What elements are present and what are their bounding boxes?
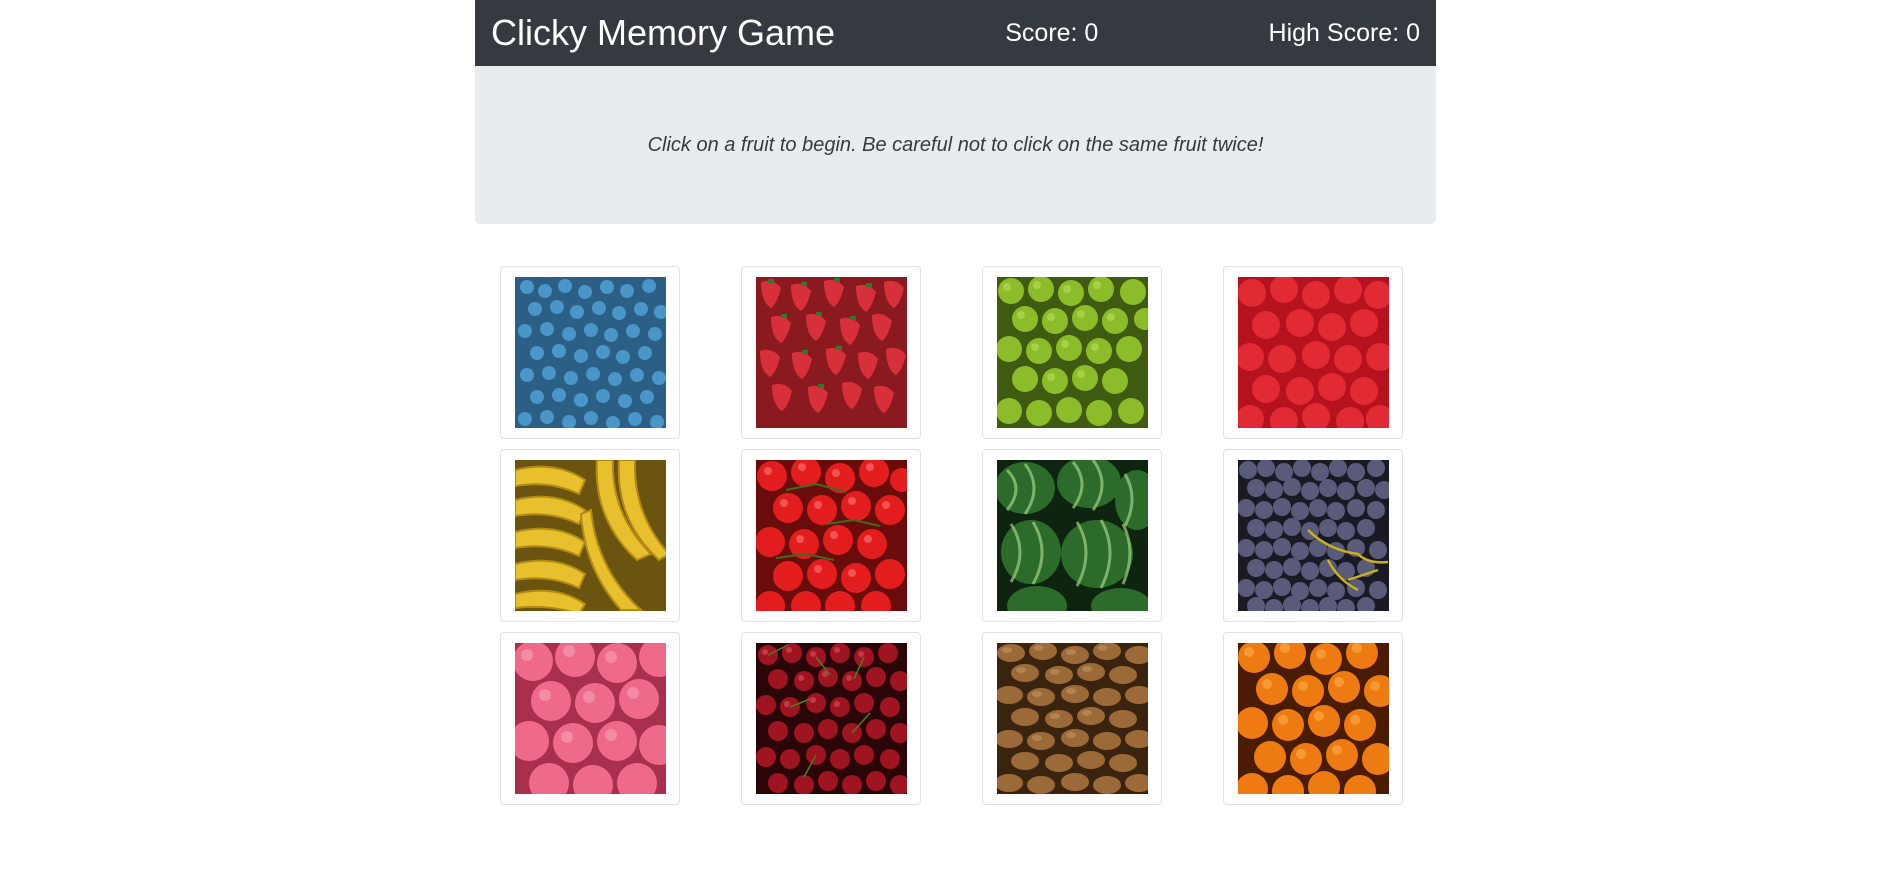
app-container: Clicky Memory Game Score: 0 High Score: … [475, 0, 1436, 805]
cherries-icon [755, 643, 907, 794]
lychees-icon [514, 643, 666, 794]
fruit-card-bananas[interactable] [500, 449, 680, 622]
grapes-icon [1237, 460, 1389, 611]
fruit-card-strawberries[interactable] [741, 266, 921, 439]
fruit-card-blueberries[interactable] [500, 266, 680, 439]
kiwis-icon [996, 643, 1148, 794]
navbar: Clicky Memory Game Score: 0 High Score: … [475, 0, 1436, 66]
strawberries-icon [755, 277, 907, 428]
fruit-card-watermelons[interactable] [982, 449, 1162, 622]
instructions-text: Click on a fruit to begin. Be careful no… [647, 133, 1264, 156]
fruit-card-lychees[interactable] [500, 632, 680, 805]
blueberries-icon [514, 277, 666, 428]
fruit-grid [500, 266, 1403, 805]
watermelons-icon [996, 460, 1148, 611]
fruit-card-raspberries[interactable] [1223, 266, 1403, 439]
fruit-card-tomatoes[interactable] [741, 449, 921, 622]
fruit-card-oranges[interactable] [1223, 632, 1403, 805]
fruit-card-cherries[interactable] [741, 632, 921, 805]
high-score-display: High Score: 0 [1268, 18, 1420, 47]
fruit-card-green-apples[interactable] [982, 266, 1162, 439]
oranges-icon [1237, 643, 1389, 794]
score-display: Score: 0 [1005, 18, 1099, 47]
green-apples-icon [996, 277, 1148, 428]
fruit-card-grapes[interactable] [1223, 449, 1403, 622]
raspberries-icon [1237, 277, 1389, 428]
tomatoes-icon [755, 460, 907, 611]
jumbotron: Click on a fruit to begin. Be careful no… [475, 66, 1436, 224]
bananas-icon [514, 460, 666, 611]
app-title[interactable]: Clicky Memory Game [491, 12, 835, 54]
fruit-card-kiwis[interactable] [982, 632, 1162, 805]
